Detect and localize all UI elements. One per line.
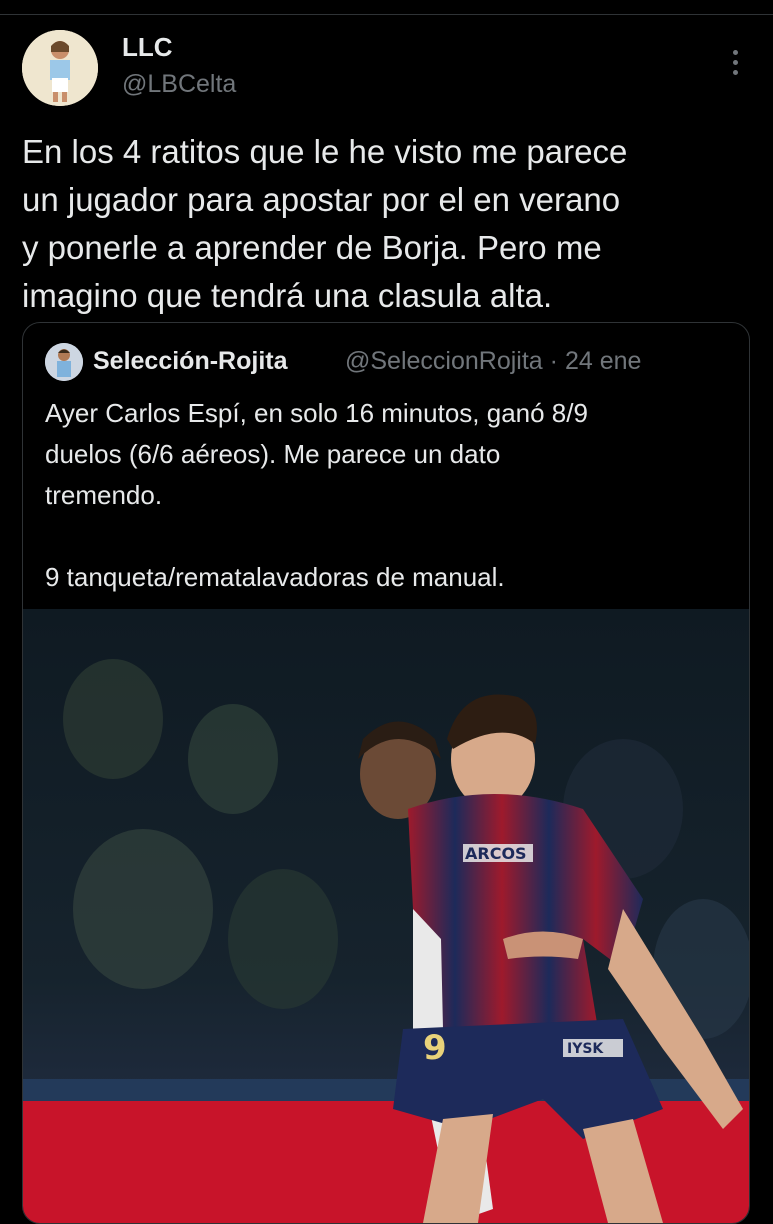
quoted-tweet-header: Selección-Rojita @SeleccionRojita · 24 e… xyxy=(45,343,745,381)
quoted-tweet[interactable]: Selección-Rojita @SeleccionRojita · 24 e… xyxy=(22,322,750,1224)
author-handle[interactable]: @LBCelta xyxy=(122,70,236,99)
quoted-avatar-image xyxy=(45,343,83,381)
quoted-separator: · xyxy=(549,347,558,375)
shorts-sponsor-text: IYSK xyxy=(567,1041,604,1057)
author-avatar[interactable] xyxy=(22,30,98,106)
quoted-author-handle: @SeleccionRojita xyxy=(345,347,543,375)
quoted-meta: @SeleccionRojita · 24 ene xyxy=(345,347,641,376)
quoted-photo[interactable]: ARCOS IYSK 9 xyxy=(23,609,749,1223)
quoted-date: 24 ene xyxy=(564,347,642,375)
quoted-tweet-text: Ayer Carlos Espí, en solo 16 minutos, ga… xyxy=(45,398,588,592)
top-divider xyxy=(0,14,773,15)
tweet-text: En los 4 ratitos que le he visto me pare… xyxy=(22,133,628,314)
jersey-sponsor-text: ARCOS xyxy=(465,844,527,863)
author-name[interactable]: LLC xyxy=(122,32,173,63)
shorts-number-text: 9 xyxy=(423,1028,447,1068)
quoted-author-avatar xyxy=(45,343,83,381)
more-dots-vertical-icon[interactable] xyxy=(722,48,748,78)
quoted-author-name: Selección-Rojita xyxy=(93,347,288,375)
tweet-header: LLC @LBCelta xyxy=(22,30,752,110)
football-photo: ARCOS IYSK 9 xyxy=(23,609,749,1223)
avatar-image xyxy=(22,30,98,106)
